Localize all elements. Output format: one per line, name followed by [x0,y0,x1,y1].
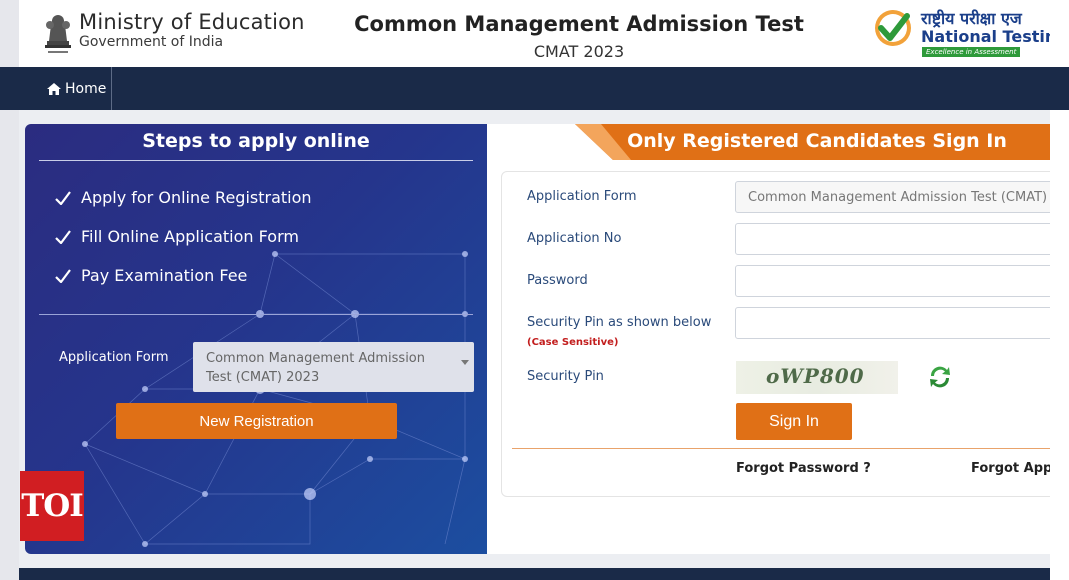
left-margin [0,0,19,580]
form-divider [512,448,1050,449]
security-pin-input-label: Security Pin as shown below [527,315,712,330]
step-item: Apply for Online Registration [55,188,312,207]
step-label: Fill Online Application Form [81,227,299,246]
application-form-select[interactable]: Common Management Admission Test (CMAT) … [193,342,474,392]
main-content: Steps to apply online Apply for Online R… [19,110,1050,580]
forgot-password-link[interactable]: Forgot Password ? [736,461,871,476]
sign-in-button[interactable]: Sign In [736,403,852,440]
signin-form: Application Form Common Management Admis… [501,171,1050,497]
government-name: Government of India [79,34,224,50]
security-pin-input[interactable] [735,307,1050,339]
nta-tagline: Excellence in Assessment [922,47,1021,57]
forgot-application-link[interactable]: Forgot Applica [971,461,1050,476]
footer-band [19,568,1050,580]
steps-panel: Steps to apply online Apply for Online R… [25,124,487,554]
step-item: Fill Online Application Form [55,227,299,246]
home-icon [47,82,61,95]
checkmark-icon [55,190,71,205]
application-form-label: Application Form [59,350,169,365]
nta-hindi-name: राष्ट्रीय परीक्षा एज [921,9,1022,28]
nav-home-link[interactable]: Home [37,67,112,110]
step-label: Apply for Online Registration [81,188,312,207]
application-no-input[interactable] [735,223,1050,255]
nta-logo-icon [875,10,911,46]
chevron-down-icon [461,360,469,365]
password-input[interactable] [735,265,1050,297]
application-no-label: Application No [527,231,622,246]
checkmark-icon [55,229,71,244]
national-emblem-icon [45,15,71,53]
form-application-form-label: Application Form [527,189,637,204]
nta-english-name: National Testing [921,27,1050,46]
application-form-field[interactable]: Common Management Admission Test (CMAT) … [735,181,1050,213]
page-subtitle: CMAT 2023 [533,42,625,61]
refresh-captcha-icon[interactable] [925,362,955,392]
new-registration-button[interactable]: New Registration [116,403,397,439]
nav-home-label: Home [65,80,107,97]
toi-watermark-logo: TOI [20,471,84,541]
signin-title: Only Registered Candidates Sign In [627,130,1007,152]
page-title: Common Management Admission Test [354,12,804,36]
captcha-text: oWP800 [766,364,865,388]
right-margin [1050,0,1069,580]
security-pin-label: Security Pin [527,369,604,384]
application-form-selected-value: Common Management Admission Test (CMAT) … [206,351,425,385]
signin-panel: Only Registered Candidates Sign In Appli… [487,124,1050,554]
step-label: Pay Examination Fee [81,266,248,285]
application-form-field-value: Common Management Admission Test (CMAT) … [748,189,1050,205]
ministry-name: Ministry of Education [79,10,305,34]
checkmark-icon [55,268,71,283]
captcha-image: oWP800 [736,361,898,394]
steps-title: Steps to apply online [142,130,370,152]
case-sensitive-note: (Case Sensitive) [527,337,619,348]
main-navbar: Home [19,67,1050,110]
page-frame: Ministry of Education Government of Indi… [19,0,1050,580]
steps-divider-bottom [39,314,473,315]
password-label: Password [527,273,588,288]
site-header: Ministry of Education Government of Indi… [19,0,1050,67]
steps-divider [39,160,473,161]
step-item: Pay Examination Fee [55,266,247,285]
